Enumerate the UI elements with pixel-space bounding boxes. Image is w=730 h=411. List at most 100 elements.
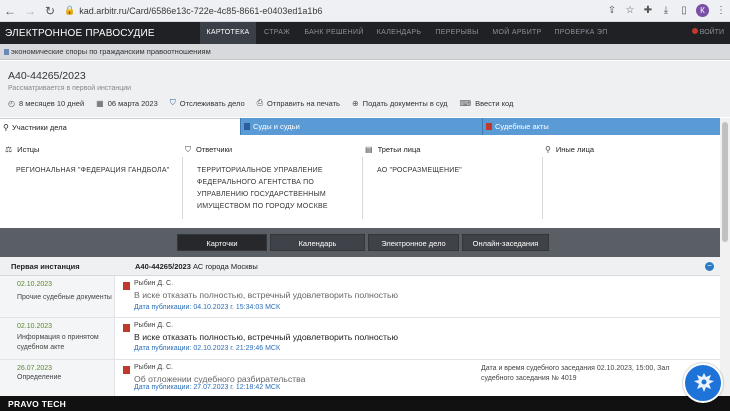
case-toolbar: ◴ 8 месяцев 10 дней ▦ 06 марта 2023 ⛉ Отсле… <box>8 98 525 108</box>
forward-icon[interactable]: → <box>20 4 40 18</box>
court-emblem-icon[interactable] <box>683 363 723 403</box>
case-category: экономические споры по гражданским право… <box>0 44 730 60</box>
tab-calendar-events[interactable]: Календарь <box>270 234 365 251</box>
document-date: 26.07.2023 <box>17 365 53 372</box>
tab-pereryvy[interactable]: ПЕРЕРЫВЫ <box>428 22 486 44</box>
tab-calendar[interactable]: КАЛЕНДАРЬ <box>370 22 428 44</box>
plaintiff-item[interactable]: РЕГИОНАЛЬНАЯ "ФЕДЕРАЦИЯ ГАНДБОЛА" <box>16 165 169 177</box>
shield-icon: ⛉ <box>169 98 176 107</box>
tab-courts-judges-label: Суды и судьи <box>253 122 300 131</box>
profile-avatar[interactable]: К <box>696 4 709 17</box>
document-kind: Определение <box>17 374 62 381</box>
tab-participants-label: Участники дела <box>12 123 67 132</box>
footer-brand: PRAVO TECH <box>8 399 67 409</box>
address-bar[interactable]: kad.arbitr.ru/Card/6586e13c-722e-4c85-86… <box>79 6 603 16</box>
plaintiffs-column: ⚖ Истцы РЕГИОНАЛЬНАЯ "ФЕДЕРАЦИЯ ГАНДБОЛА" <box>5 135 180 228</box>
other-parties-column: ⚲ Иные лица <box>542 135 712 228</box>
tab-strazh[interactable]: СТРАЖ <box>256 22 298 44</box>
tab-bank-resheniy[interactable]: БАНК РЕШЕНИЙ <box>298 22 370 44</box>
download-icon[interactable]: ⤓ <box>657 5 675 16</box>
enter-code-label: Ввести код <box>475 98 514 108</box>
collapse-icon[interactable]: − <box>705 262 714 271</box>
hearing-info: Дата и время судебного заседания 02.10.2… <box>481 365 670 382</box>
tab-kartoteka[interactable]: КАРТОТЕКА <box>200 22 256 44</box>
bookmark-star-icon[interactable]: ☆ <box>621 5 639 16</box>
document-published: Дата публикации: 04.10.2023 г. 15:34:03 … <box>134 304 281 311</box>
tab-judicial-acts-label: Судебные акты <box>495 122 549 131</box>
document-icon: ▤ <box>365 145 373 154</box>
document-summary-link[interactable]: Об отложении судебного разбирательства <box>134 374 306 384</box>
footer-bar: PRAVO TECH <box>0 396 730 411</box>
document-published: Дата публикации: 27.07.2023 г. 12:18:42 … <box>134 384 281 391</box>
document-row: 02.10.2023 Информация о принятом судебно… <box>0 318 720 360</box>
document-kind: Прочие судебные документы <box>17 294 112 301</box>
tab-moy-arbitr[interactable]: МОЙ АРБИТР <box>486 22 548 44</box>
case-header: А40-44265/2023 Рассматривается в первой … <box>0 61 730 117</box>
plaintiffs-title: Истцы <box>17 145 40 154</box>
sidepanel-icon[interactable]: ▯ <box>675 5 693 16</box>
document-published: Дата публикации: 02.10.2023 г. 21:29:46 … <box>134 345 281 352</box>
back-icon[interactable]: ← <box>0 4 20 18</box>
case-number: А40-44265/2023 <box>8 70 86 82</box>
defendant-item[interactable]: ТЕРРИТОРИАЛЬНОЕ УПРАВЛЕНИЕ ФЕДЕРАЛЬНОГО … <box>197 165 328 213</box>
print-label: Отправить на печать <box>267 98 340 108</box>
document-icon <box>486 123 492 130</box>
tab-courts-judges[interactable]: Суды и судьи <box>240 118 482 135</box>
lock-icon[interactable]: 🔒 <box>64 5 75 16</box>
defendants-heading: ⛉ Ответчики <box>185 145 232 155</box>
instance-label: Первая инстанция <box>11 262 80 271</box>
instance-court-name: АС города Москвы <box>192 262 258 271</box>
tab-participants[interactable]: ⚲ Участники дела <box>0 118 240 135</box>
enter-code-button[interactable]: ⌨ Ввести код <box>460 99 514 108</box>
pdf-icon[interactable] <box>123 282 130 290</box>
login-label: ВОЙТИ <box>699 29 724 36</box>
third-party-item[interactable]: АО "РОСРАЗМЕЩЕНИЕ" <box>377 165 462 177</box>
login-link[interactable]: ВОЙТИ <box>691 22 724 44</box>
case-status: Рассматривается в первой инстанции <box>8 85 132 92</box>
document-kind: Информация о принятом судебном акте <box>17 334 99 351</box>
tab-judicial-acts[interactable]: Судебные акты <box>482 118 720 135</box>
site-brand[interactable]: ЭЛЕКТРОННОЕ ПРАВОСУДИЕ <box>0 28 200 39</box>
extensions-icon[interactable]: ✚ <box>639 5 657 16</box>
case-date-label: 06 марта 2023 <box>107 98 158 108</box>
plaintiffs-heading: ⚖ Истцы <box>5 145 39 154</box>
column-divider <box>182 157 183 219</box>
defendant-line: ИМУЩЕСТВОМ ПО ГОРОДУ МОСКВЕ <box>197 203 328 210</box>
document-date: 02.10.2023 <box>17 281 53 288</box>
shield-icon: ⛉ <box>185 145 191 154</box>
third-parties-column: ▤ Третьи лица АО "РОСРАЗМЕЩЕНИЕ" <box>362 135 542 228</box>
pdf-icon[interactable] <box>123 366 130 374</box>
defendants-title: Ответчики <box>196 145 233 154</box>
emblem-eagle-icon <box>694 373 714 392</box>
third-parties-heading: ▤ Третьи лица <box>365 145 420 154</box>
category-label: экономические споры по гражданским право… <box>11 47 211 56</box>
calendar-icon: ▦ <box>96 98 104 108</box>
participants-panel: ⚖ Истцы РЕГИОНАЛЬНАЯ "ФЕДЕРАЦИЯ ГАНДБОЛА"… <box>0 135 720 228</box>
plus-circle-icon: ⊕ <box>351 98 359 108</box>
menu-kebab-icon[interactable]: ⋮ <box>712 5 730 16</box>
tab-electronic-case[interactable]: Электронное дело <box>368 234 459 251</box>
site-topbar: ЭЛЕКТРОННОЕ ПРАВОСУДИЕ КАРТОТЕКА СТРАЖ Б… <box>0 22 730 44</box>
case-date: ▦ 06 марта 2023 <box>96 99 158 108</box>
third-parties-title: Третьи лица <box>377 145 421 154</box>
document-judge: Рыбин Д. С. <box>134 280 174 287</box>
pdf-icon[interactable] <box>123 324 130 332</box>
defendants-column: ⛉ Ответчики ТЕРРИТОРИАЛЬНОЕ УПРАВЛЕНИЕ ФЕ… <box>182 135 362 228</box>
document-summary-link[interactable]: В иске отказать полностью, встречный удо… <box>134 332 398 342</box>
print-button[interactable]: ⎙ Отправить на печать <box>257 98 340 108</box>
tab-online-hearings[interactable]: Онлайн-заседания <box>462 234 549 251</box>
share-icon[interactable]: ⇪ <box>603 5 621 16</box>
document-summary-link[interactable]: В иске отказать полностью, встречный удо… <box>134 290 398 300</box>
submit-documents-button[interactable]: ⊕ Подать документы в суд <box>352 99 448 108</box>
document-date: 02.10.2023 <box>17 323 53 330</box>
page-scrollbar[interactable] <box>720 118 730 408</box>
tab-proverka-ep[interactable]: ПРОВЕРКА ЭП <box>548 22 614 44</box>
instance-header[interactable]: Первая инстанция А40-44265/2023 АС город… <box>0 257 720 276</box>
tab-cards[interactable]: Карточки <box>177 234 267 251</box>
scrollbar-thumb[interactable] <box>722 122 728 242</box>
track-case-button[interactable]: ⛉ Отслеживать дело <box>170 98 245 108</box>
reload-icon[interactable]: ↻ <box>40 4 60 18</box>
court-icon <box>244 123 250 130</box>
person-icon: ⚲ <box>545 145 551 154</box>
document-row: 26.07.2023 Определение Рыбин Д. С. Об от… <box>0 360 720 400</box>
